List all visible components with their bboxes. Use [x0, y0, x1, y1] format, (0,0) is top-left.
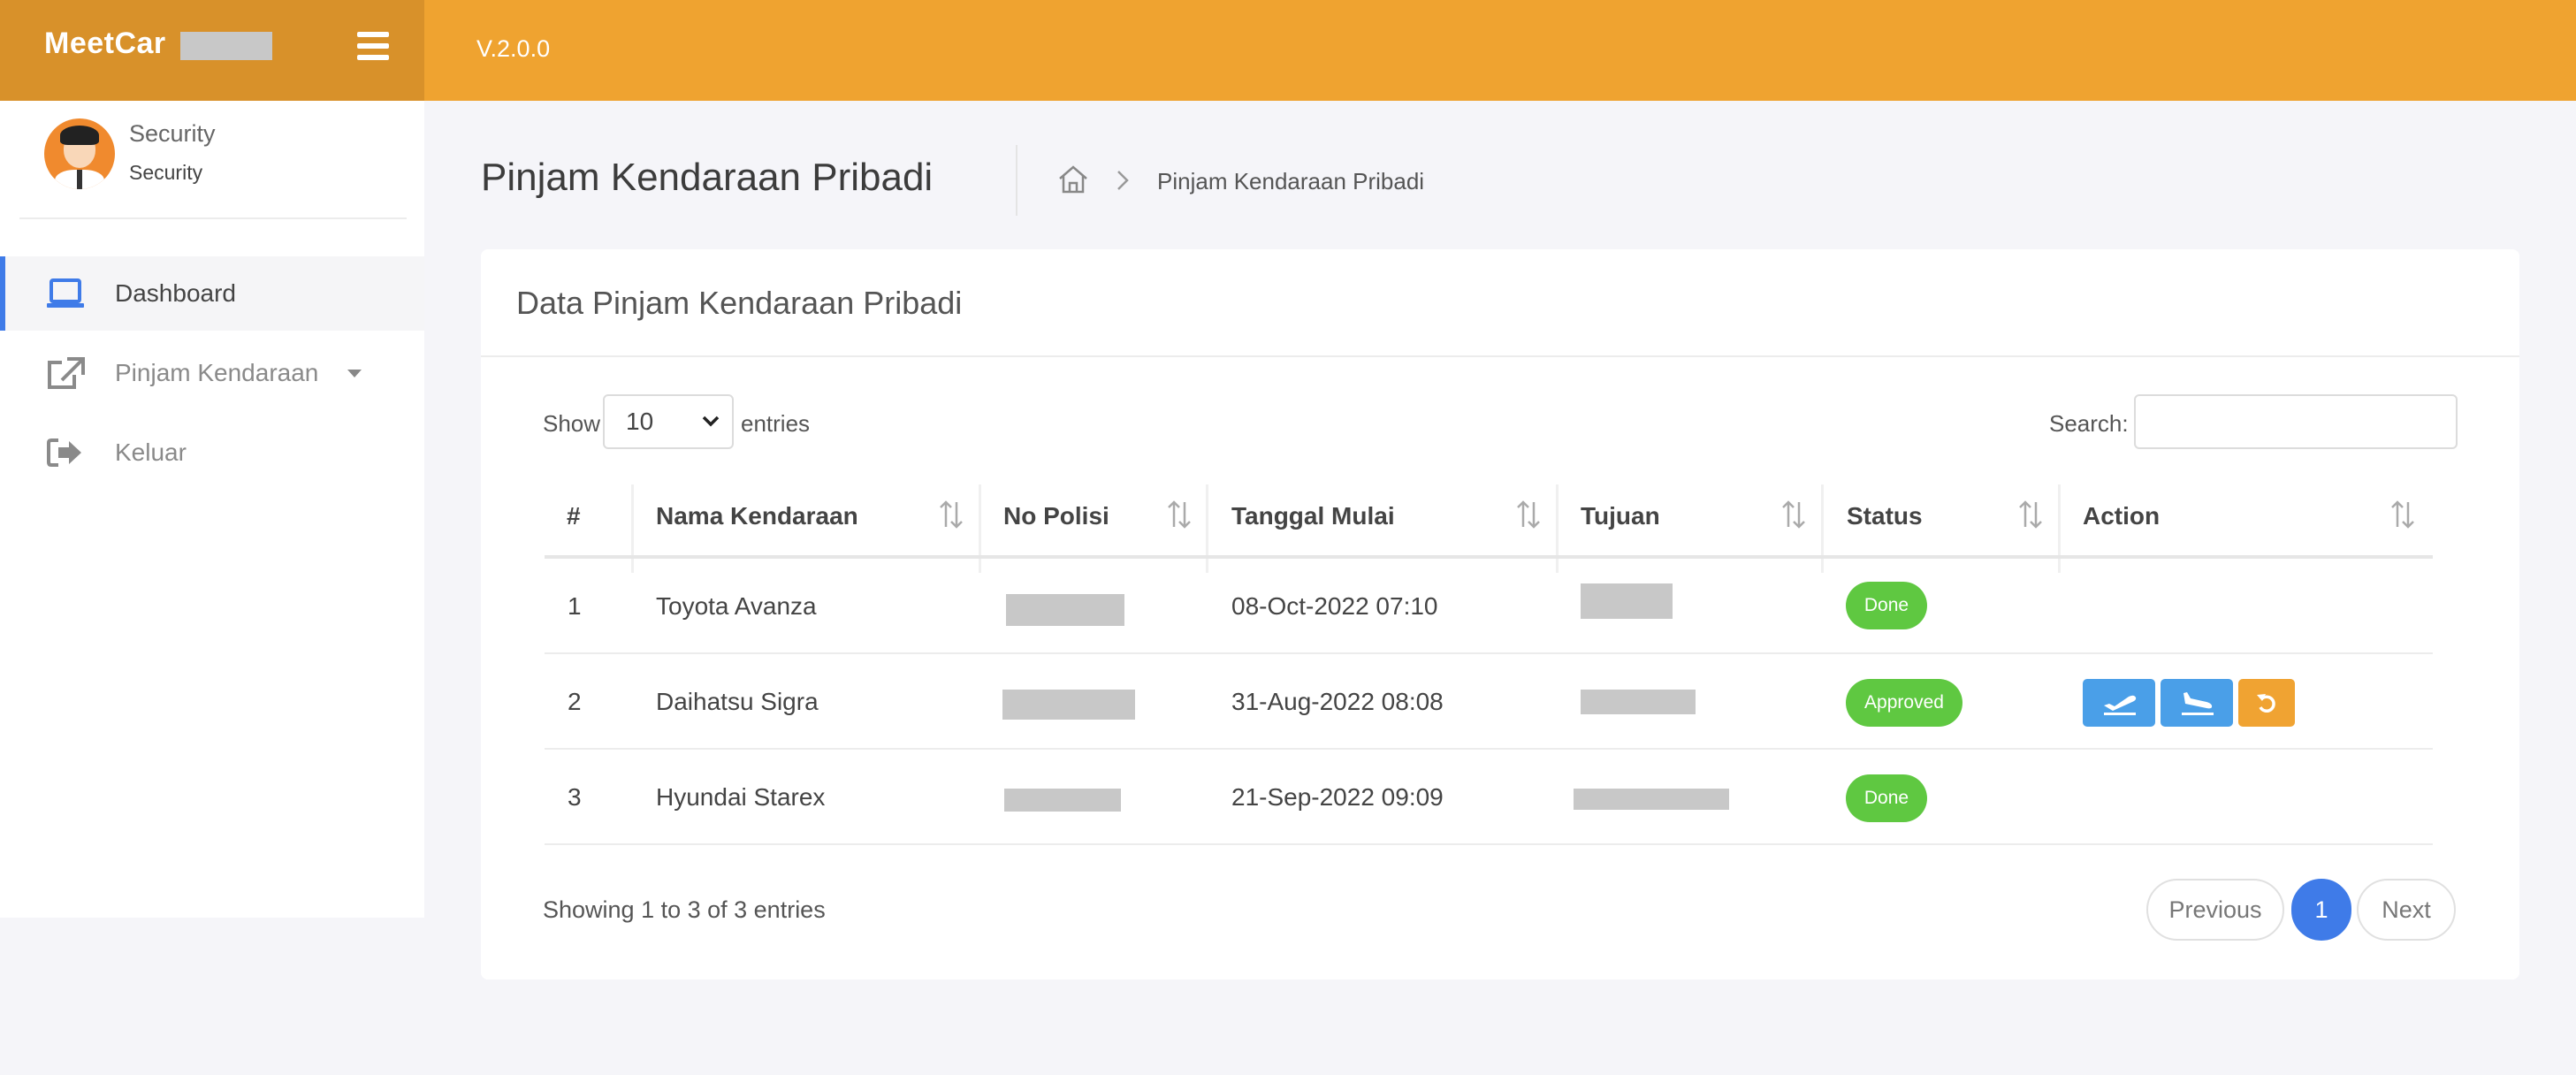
- user-profile: Security Security: [19, 118, 407, 219]
- cell-nama-kendaraan: Toyota Avanza: [656, 592, 817, 620]
- cell-tujuan-redacted: [1581, 690, 1696, 714]
- column-divider: [979, 484, 981, 573]
- departure-button[interactable]: [2083, 679, 2155, 727]
- sidebar-item-keluar[interactable]: Keluar: [0, 416, 424, 490]
- search-input[interactable]: [2134, 394, 2458, 449]
- column-header-no-polisi[interactable]: No Polisi: [1003, 502, 1109, 555]
- show-label: Show: [543, 410, 601, 437]
- cell-number: 3: [568, 783, 582, 811]
- cell-no-polisi-redacted: [1002, 690, 1135, 720]
- sidebar-item-pinjam-kendaraan[interactable]: Pinjam Kendaraan: [0, 336, 424, 410]
- column-header-status[interactable]: Status: [1847, 502, 1923, 555]
- brand-area: MeetCar: [0, 0, 424, 101]
- row-divider: [545, 843, 2433, 845]
- top-navbar: MeetCar V.2.0.0: [0, 0, 2576, 101]
- column-header-action[interactable]: Action: [2083, 502, 2160, 555]
- column-divider: [1821, 484, 1824, 573]
- cell-nama-kendaraan: Hyundai Starex: [656, 783, 826, 811]
- status-badge: Done: [1846, 582, 1927, 629]
- sort-icon[interactable]: [937, 499, 965, 530]
- chevron-right-icon: [1117, 171, 1129, 190]
- sidebar-item-label: Pinjam Kendaraan: [115, 359, 319, 386]
- entries-select-value: 10: [626, 408, 654, 435]
- cell-tanggal-mulai: 31-Aug-2022 08:08: [1231, 688, 1444, 715]
- sidebar-item-label: Dashboard: [115, 279, 236, 307]
- column-divider: [1206, 484, 1208, 573]
- previous-button[interactable]: Previous: [2146, 879, 2284, 941]
- sort-icon[interactable]: [1165, 499, 1193, 530]
- sort-icon[interactable]: [1780, 499, 1808, 530]
- sort-icon[interactable]: [1514, 499, 1543, 530]
- cell-tujuan-redacted: [1574, 789, 1729, 810]
- cell-tanggal-mulai: 08-Oct-2022 07:10: [1231, 592, 1438, 620]
- chevron-down-icon: [347, 370, 362, 377]
- status-badge: Approved: [1846, 679, 1962, 727]
- external-link-icon: [48, 357, 85, 389]
- profile-subtitle: Security: [129, 161, 203, 184]
- row-divider: [545, 748, 2433, 750]
- arrival-button[interactable]: [2161, 679, 2233, 727]
- cell-number: 1: [568, 592, 582, 620]
- page-1-button[interactable]: 1: [2291, 879, 2351, 941]
- menu-toggle-icon[interactable]: [357, 32, 391, 62]
- sidebar-item-dashboard[interactable]: Dashboard: [0, 256, 424, 331]
- breadcrumb-current: Pinjam Kendaraan Pribadi: [1157, 168, 1425, 194]
- departure-icon: [2104, 695, 2137, 715]
- cell-tanggal-mulai: 21-Sep-2022 09:09: [1231, 783, 1444, 811]
- cell-tujuan-redacted: [1581, 583, 1673, 619]
- entries-select[interactable]: 10: [603, 394, 734, 449]
- entries-label: entries: [741, 410, 811, 437]
- column-divider: [1556, 484, 1559, 573]
- cell-number: 2: [568, 688, 582, 715]
- column-header-nama-kendaraan[interactable]: Nama Kendaraan: [656, 502, 858, 555]
- sign-out-icon: [47, 438, 81, 467]
- column-divider: [2058, 484, 2061, 573]
- sort-icon[interactable]: [2389, 499, 2417, 530]
- status-badge: Done: [1846, 774, 1927, 822]
- undo-button[interactable]: [2238, 679, 2295, 727]
- cell-no-polisi-redacted: [1004, 789, 1121, 812]
- sidebar-item-label: Keluar: [115, 438, 187, 466]
- brand-redacted: [180, 32, 272, 60]
- undo-icon: [2257, 694, 2275, 713]
- search-label: Search:: [2049, 410, 2129, 437]
- sidebar: Security Security Dashboard Pinjam Kenda…: [0, 101, 424, 918]
- column-divider: [631, 484, 634, 573]
- arrival-icon: [2182, 692, 2214, 715]
- card-title: Data Pinjam Kendaraan Pribadi: [516, 285, 963, 321]
- table-header-divider: [545, 555, 2433, 559]
- profile-role: Security: [129, 120, 216, 147]
- avatar: [44, 118, 115, 189]
- next-button[interactable]: Next: [2357, 879, 2456, 941]
- cell-nama-kendaraan: Daihatsu Sigra: [656, 688, 819, 715]
- row-divider: [545, 652, 2433, 654]
- column-header-number[interactable]: #: [567, 502, 581, 555]
- version-label: V.2.0.0: [476, 35, 551, 62]
- column-header-tujuan[interactable]: Tujuan: [1581, 502, 1660, 555]
- table-info: Showing 1 to 3 of 3 entries: [543, 896, 826, 923]
- card-header: Data Pinjam Kendaraan Pribadi: [481, 249, 2519, 357]
- title-divider: [1016, 145, 1017, 216]
- sort-icon[interactable]: [2016, 499, 2045, 530]
- brand-name[interactable]: MeetCar: [44, 27, 166, 61]
- data-card: Data Pinjam Kendaraan Pribadi Show 10 en…: [481, 249, 2519, 980]
- column-header-tanggal-mulai[interactable]: Tanggal Mulai: [1231, 502, 1395, 555]
- laptop-icon: [47, 278, 84, 308]
- chevron-down-icon: [702, 416, 720, 427]
- home-icon[interactable]: [1057, 164, 1089, 194]
- page-title: Pinjam Kendaraan Pribadi: [481, 156, 934, 199]
- cell-no-polisi-redacted: [1006, 594, 1124, 626]
